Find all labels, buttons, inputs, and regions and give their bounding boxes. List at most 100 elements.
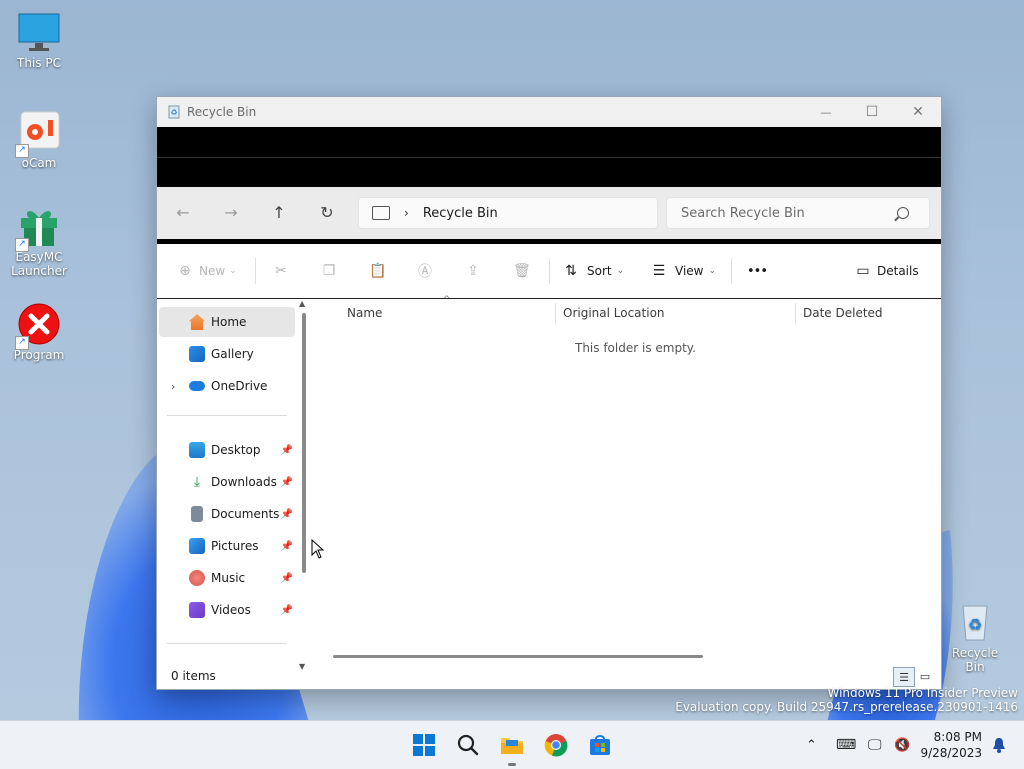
desktop-icon-program[interactable]: ↗ Program	[7, 302, 71, 362]
sidebar-item-gallery[interactable]: Gallery	[159, 339, 295, 369]
pin-icon[interactable]: 📌	[281, 477, 293, 488]
desktop-icon-label: This PC	[17, 56, 61, 70]
title-bar[interactable]: ♻ Recycle Bin — ☐ ✕	[157, 97, 941, 127]
network-indicator[interactable]: 🖵	[868, 721, 882, 769]
share-button[interactable]: ⇪	[465, 244, 481, 298]
column-divider[interactable]	[795, 303, 796, 325]
address-input[interactable]: › Recycle Bin	[358, 197, 658, 229]
render-artifact-band	[157, 127, 941, 158]
sidebar-item-label: Documents	[211, 507, 280, 521]
sidebar-item-label: Pictures	[211, 539, 259, 553]
column-header-name[interactable]: Name	[347, 301, 382, 325]
view-lines-icon: ☰	[652, 263, 666, 279]
delete-button[interactable]: 🗑	[513, 244, 531, 298]
start-button[interactable]	[408, 729, 440, 761]
chevron-right-icon[interactable]: ›	[171, 380, 175, 393]
column-divider[interactable]	[555, 303, 556, 325]
navigation-pane: Home Gallery › OneDrive Desktop 📌 ⤓ Down…	[157, 301, 305, 663]
minimize-icon: —	[820, 105, 832, 119]
new-button[interactable]: ⊕ New ⌄	[177, 244, 237, 298]
folder-icon	[501, 738, 523, 754]
pin-icon[interactable]: 📌	[281, 509, 293, 520]
desktop-icon-label: oCam	[21, 156, 57, 170]
running-indicator	[508, 763, 516, 766]
taskbar: ⌃ ⌨ 🖵 🔇 8:08 PM 9/28/2023	[0, 720, 1024, 769]
sort-button[interactable]: ⇅ Sort ⌄	[563, 244, 624, 298]
search-placeholder: Search Recycle Bin	[681, 205, 805, 221]
search-icon	[457, 734, 479, 756]
volume-indicator[interactable]: 🔇	[894, 721, 910, 769]
minimize-button[interactable]: —	[803, 97, 849, 127]
taskbar-clock[interactable]: 8:08 PM 9/28/2023	[920, 729, 982, 761]
close-button[interactable]: ✕	[895, 97, 941, 127]
horizontal-scrollbar[interactable]	[333, 655, 703, 658]
sort-arrows-icon: ⇅	[565, 263, 577, 279]
share-icon: ⇪	[467, 263, 479, 279]
more-options-button[interactable]: •••	[747, 244, 768, 298]
shortcut-arrow-icon: ↗	[15, 238, 29, 252]
desktop-icon-label: Program	[13, 348, 65, 362]
details-view-button[interactable]: ☰	[893, 667, 915, 687]
watermark-line: Windows 11 Pro Insider Preview	[827, 686, 1018, 700]
view-button[interactable]: ☰ View ⌄	[651, 244, 716, 298]
pin-icon[interactable]: 📌	[281, 573, 293, 584]
sidebar-item-videos[interactable]: Videos 📌	[159, 595, 295, 625]
desktop-icon-recycle-bin[interactable]: ♻ Recycle Bin	[943, 600, 1007, 674]
store-taskbar-button[interactable]	[584, 729, 616, 761]
home-icon	[189, 314, 205, 330]
desktop-icon-easymc[interactable]: ↗ EasyMC Launcher	[7, 204, 71, 278]
empty-folder-message: This folder is empty.	[575, 341, 696, 355]
sidebar-item-music[interactable]: Music 📌	[159, 563, 295, 593]
breadcrumb-recycle-bin[interactable]: Recycle Bin	[423, 206, 498, 221]
details-pane-icon: ▭	[856, 263, 870, 279]
close-icon: ✕	[912, 104, 924, 120]
pin-icon[interactable]: 📌	[281, 605, 293, 616]
forward-button[interactable]: →	[219, 201, 243, 225]
sidebar-item-onedrive[interactable]: › OneDrive	[159, 371, 295, 401]
list-view-icon: ☰	[899, 670, 909, 684]
notification-bell-icon[interactable]	[992, 737, 1006, 753]
search-input[interactable]: Search Recycle Bin	[666, 197, 930, 229]
search-taskbar-button[interactable]	[452, 729, 484, 761]
pin-icon[interactable]: 📌	[281, 541, 293, 552]
recycle-bin-icon: ♻	[953, 600, 997, 644]
sidebar-item-documents[interactable]: Documents 📌	[159, 499, 295, 529]
document-icon	[191, 506, 203, 522]
show-hidden-icons-button[interactable]: ⌃	[806, 721, 817, 769]
tiles-view-button[interactable]: ▭	[915, 667, 935, 685]
gift-icon: ↗	[15, 204, 61, 252]
windows-logo-icon	[413, 734, 435, 756]
input-indicator[interactable]: ⌨	[836, 721, 856, 769]
shortcut-arrow-icon: ↗	[15, 336, 29, 350]
rename-button[interactable]: Ⓐ	[417, 244, 433, 298]
view-label: View	[675, 264, 704, 278]
sidebar-item-pictures[interactable]: Pictures 📌	[159, 531, 295, 561]
sidebar-item-home[interactable]: Home	[159, 307, 295, 337]
sidebar-scrollbar[interactable]: ▲ ▼	[299, 299, 307, 671]
paste-button[interactable]: 📋	[369, 244, 386, 298]
file-explorer-taskbar-button[interactable]	[496, 729, 528, 766]
maximize-button[interactable]: ☐	[849, 97, 895, 127]
chrome-taskbar-button[interactable]	[540, 729, 572, 761]
column-header-original-location[interactable]: Original Location	[563, 301, 665, 325]
scrollbar-thumb[interactable]	[302, 313, 306, 573]
copy-button[interactable]: ❐	[321, 244, 337, 298]
copy-icon: ❐	[322, 263, 336, 279]
up-button[interactable]: ↑	[267, 201, 291, 225]
desktop-icon-this-pc[interactable]: This PC	[7, 10, 71, 70]
rename-icon: Ⓐ	[418, 264, 432, 280]
ocam-icon: ↗	[15, 110, 61, 158]
sidebar-item-downloads[interactable]: ⤓ Downloads 📌	[159, 467, 295, 497]
details-pane-button[interactable]: ▭ Details	[855, 244, 918, 298]
video-icon	[189, 602, 205, 618]
cut-button[interactable]: ✂	[273, 244, 289, 298]
desktop-icon-label: Recycle Bin	[951, 646, 999, 674]
sidebar-item-desktop[interactable]: Desktop 📌	[159, 435, 295, 465]
desktop-icon-ocam[interactable]: ↗ oCam	[7, 110, 71, 170]
column-header-date-deleted[interactable]: Date Deleted	[803, 301, 883, 325]
back-button[interactable]: ←	[171, 201, 195, 225]
refresh-button[interactable]: ↻	[315, 201, 339, 225]
toolbar-divider	[731, 258, 732, 284]
pin-icon[interactable]: 📌	[281, 445, 293, 456]
scroll-up-icon[interactable]: ▲	[299, 299, 305, 308]
